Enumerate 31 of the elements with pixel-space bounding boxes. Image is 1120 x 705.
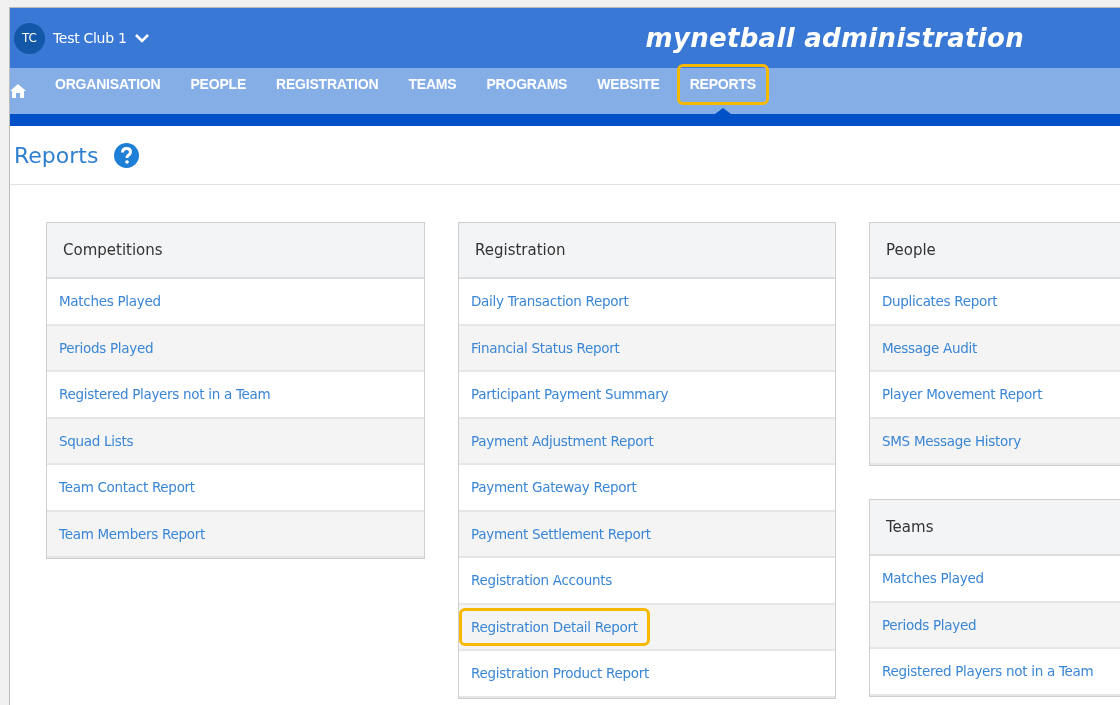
panel-title: Teams: [870, 500, 1120, 556]
nav-tab[interactable]: PROGRAMS: [473, 68, 581, 114]
panel-title: Competitions: [47, 223, 424, 279]
chevron-down-icon[interactable]: [134, 33, 149, 43]
report-link[interactable]: Participant Payment Summary: [468, 375, 672, 414]
avatar: TC: [14, 22, 45, 54]
report-link[interactable]: Registered Players not in a Team: [56, 375, 274, 414]
nav-tab[interactable]: REGISTRATION: [263, 68, 392, 114]
nav-tab[interactable]: TEAMS: [395, 68, 470, 114]
report-link[interactable]: Registered Players not in a Team: [879, 652, 1097, 691]
home-icon[interactable]: [10, 84, 26, 98]
nav-tab[interactable]: PEOPLE: [177, 68, 260, 114]
report-link[interactable]: Registration Product Report: [468, 654, 652, 693]
report-link[interactable]: Payment Gateway Report: [468, 468, 640, 507]
report-link[interactable]: Registration Accounts: [468, 561, 615, 600]
panel-title: Registration: [459, 223, 835, 279]
report-link[interactable]: Team Contact Report: [56, 468, 198, 507]
nav-tab[interactable]: ORGANISATION: [42, 68, 174, 114]
panel-title: People: [870, 223, 1120, 279]
report-link[interactable]: Duplicates Report: [879, 282, 1001, 321]
nav-tab[interactable]: WEBSITE: [584, 68, 673, 114]
report-link[interactable]: Daily Transaction Report: [468, 282, 632, 321]
club-name[interactable]: Test Club 1: [53, 27, 127, 49]
help-icon[interactable]: [114, 142, 140, 168]
app-title: mynetball administration: [645, 21, 1024, 55]
report-link[interactable]: Player Movement Report: [879, 375, 1046, 414]
report-link[interactable]: Registration Detail Report: [459, 607, 650, 646]
page-title: Reports: [14, 141, 99, 170]
report-link[interactable]: Matches Played: [56, 282, 164, 321]
report-link[interactable]: Matches Played: [879, 559, 987, 598]
report-link[interactable]: Squad Lists: [56, 421, 137, 460]
